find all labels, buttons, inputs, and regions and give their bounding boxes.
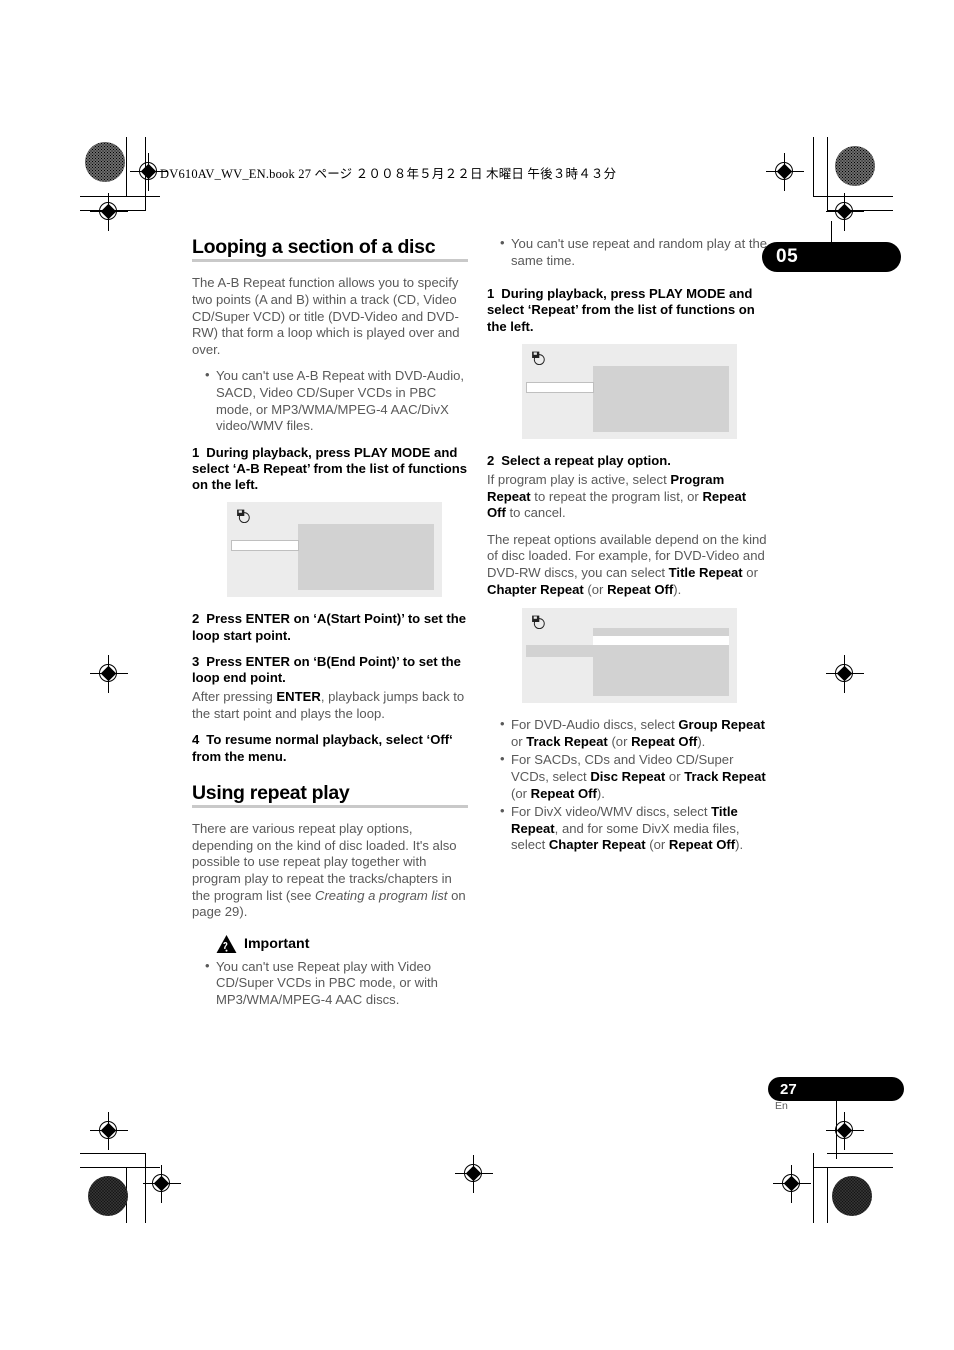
page-language-code: En xyxy=(775,1100,788,1112)
registration-mark xyxy=(90,655,128,693)
registration-mark xyxy=(766,153,804,191)
osd-screenshot-repeat-options xyxy=(522,608,737,704)
registration-mark xyxy=(773,1165,811,1203)
halftone-dot xyxy=(835,146,875,186)
right-column: You can't use repeat and random play at … xyxy=(487,235,768,864)
step-text: During playback, press PLAY MODE and sel… xyxy=(487,286,755,334)
halftone-dot xyxy=(88,1176,128,1216)
step-4-heading: 4 To resume normal playback, select ‘Off‘… xyxy=(192,732,473,764)
halftone-dot xyxy=(85,142,125,182)
crop-line xyxy=(813,137,815,196)
step-text: To resume normal playback, select ‘Off‘ … xyxy=(192,732,453,764)
step-2-heading-repeat: 2 Select a repeat play option. xyxy=(487,453,768,469)
step-text: During playback, press PLAY MODE and sel… xyxy=(192,444,468,493)
registration-mark xyxy=(455,1155,493,1193)
step-number: 3 xyxy=(192,653,200,669)
osd-right-panel xyxy=(593,365,729,432)
step-number: 2 xyxy=(487,452,495,468)
registration-mark xyxy=(826,655,864,693)
list-item: For DivX video/WMV discs, select Title R… xyxy=(500,803,768,854)
section-heading-repeat-play: Using repeat play xyxy=(192,781,350,804)
warning-hand-icon xyxy=(216,934,237,953)
step-1-heading: 1 During playback, press PLAY MODE and se… xyxy=(192,445,473,494)
step-number: 1 xyxy=(487,286,495,302)
list-item: For DVD-Audio discs, select Group Repeat… xyxy=(500,716,768,750)
repeat-intro-reference: Creating a program list xyxy=(314,887,448,903)
intro-bullet-list: You can't use A-B Repeat with DVD-Audio,… xyxy=(192,367,473,434)
important-notice-header: Important xyxy=(216,934,473,954)
important-bullet-list: You can't use Repeat play with Video CD/… xyxy=(192,958,473,1009)
top-bullet-list: You can't use repeat and random play at … xyxy=(487,235,768,269)
step-text: Press ENTER on ‘B(End Point)’ to set the… xyxy=(192,653,461,685)
list-item: You can't use Repeat play with Video CD/… xyxy=(205,958,473,1009)
tab-leader-line xyxy=(836,1099,838,1159)
registration-mark xyxy=(143,1165,181,1203)
step-3-body-pre: After pressing xyxy=(192,689,277,705)
osd-selected-item xyxy=(526,381,594,393)
step-number: 4 xyxy=(192,732,200,748)
step-2-body-program: If program play is active, select Progra… xyxy=(487,472,747,521)
print-book-line: DV610AV_WV_EN.book 27 ページ ２００８年５月２２日 木曜日… xyxy=(160,167,617,181)
crop-line xyxy=(80,1153,146,1155)
osd-screenshot-repeat-menu xyxy=(522,343,737,439)
list-item: For SACDs, CDs and Video CD/Super VCDs, … xyxy=(500,751,768,802)
disc-osd-icon xyxy=(532,615,545,630)
osd-screenshot-ab-repeat xyxy=(227,502,442,598)
chapter-number-tab: 05 xyxy=(762,242,901,272)
registration-mark xyxy=(826,1112,864,1150)
osd-right-panel xyxy=(298,524,434,591)
osd-selected-item xyxy=(231,540,299,552)
left-column: Looping a section of a disc The A-B Repe… xyxy=(192,236,473,1019)
crop-line xyxy=(813,1153,815,1223)
step-2-heading: 2 Press ENTER on ‘A(Start Point)’ to set … xyxy=(192,611,473,643)
intro-paragraph: The A-B Repeat function allows you to sp… xyxy=(192,275,460,357)
chapter-number: 05 xyxy=(776,246,799,267)
step-3-heading: 3 Press ENTER on ‘B(End Point)’ to set th… xyxy=(192,654,473,686)
halftone-dot xyxy=(832,1176,872,1216)
page-number: 27 xyxy=(780,1080,797,1098)
disc-osd-icon xyxy=(532,351,545,365)
step-1-heading-repeat: 1 During playback, press PLAY MODE and se… xyxy=(487,286,768,335)
important-label: Important xyxy=(244,936,310,953)
step-number: 2 xyxy=(192,611,200,627)
registration-mark xyxy=(90,193,128,231)
step-text: Select a repeat play option. xyxy=(501,452,671,468)
crop-line xyxy=(827,1167,829,1223)
heading-rule xyxy=(192,805,468,809)
crop-line xyxy=(126,137,128,196)
step-number: 1 xyxy=(192,444,200,460)
osd-left-menu-item xyxy=(526,645,594,658)
heading-rule xyxy=(192,259,468,263)
page-title: Looping a section of a disc xyxy=(192,236,436,258)
list-item: You can't use repeat and random play at … xyxy=(500,235,768,269)
step-text: Press ENTER on ‘A(Start Point)’ to set t… xyxy=(192,611,467,643)
step-3-body-emphasis: ENTER xyxy=(276,689,321,705)
registration-mark xyxy=(90,1112,128,1150)
list-item: You can't use A-B Repeat with DVD-Audio,… xyxy=(205,367,473,434)
crop-line xyxy=(813,1167,893,1169)
step-3-body: After pressing ENTER, playback jumps bac… xyxy=(192,689,473,722)
repeat-play-intro: There are various repeat play options, d… xyxy=(192,821,473,921)
step-2-body-options: The repeat options available depend on t… xyxy=(487,531,767,597)
osd-selected-option-row xyxy=(593,636,729,646)
disc-type-bullet-list: For DVD-Audio discs, select Group Repeat… xyxy=(487,716,768,854)
disc-osd-icon xyxy=(237,509,250,524)
page-number-tab: 27 xyxy=(768,1077,904,1101)
